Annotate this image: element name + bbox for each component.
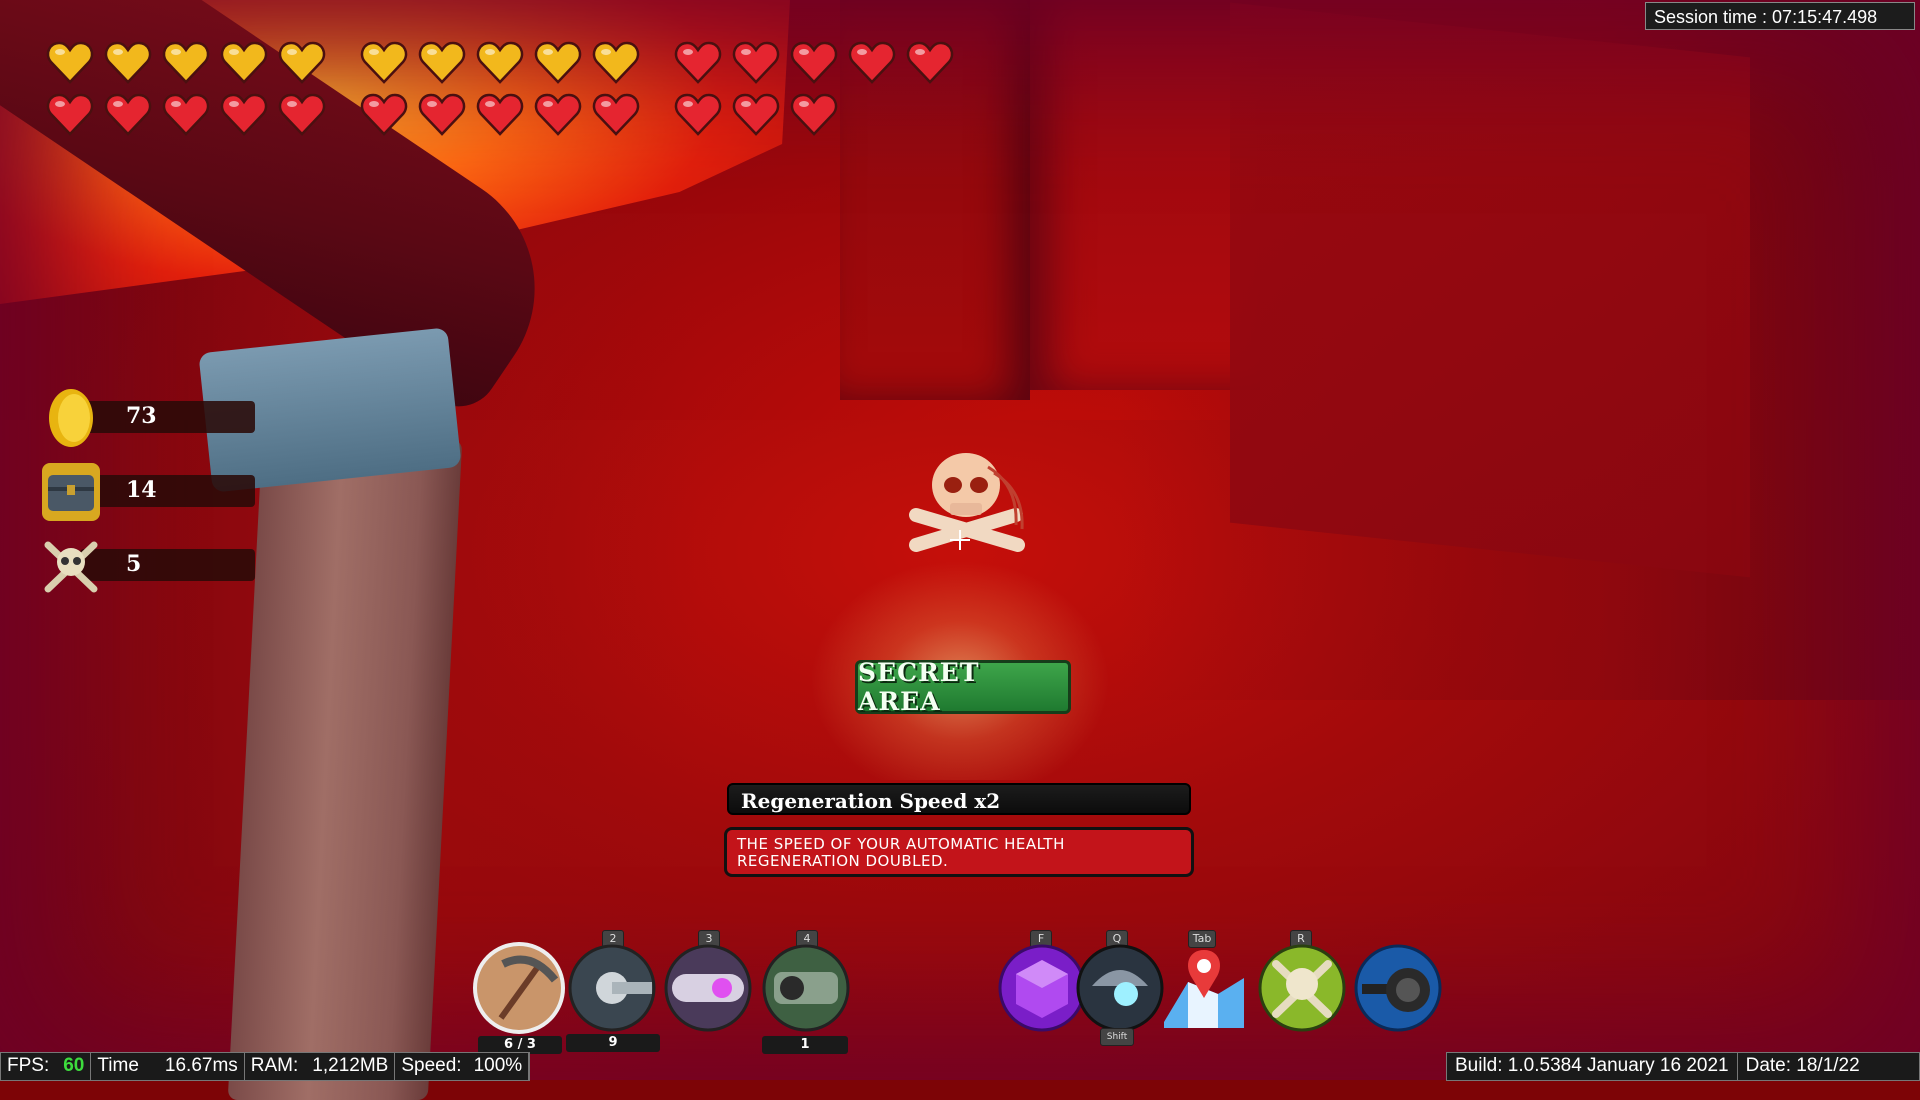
- upgrade-description: THE SPEED OF YOUR AUTOMATIC HEALTH REGEN…: [724, 827, 1194, 877]
- red-heart-icon: [790, 40, 838, 84]
- gold-heart-icon: [278, 40, 326, 84]
- fps-label: FPS:: [7, 1055, 50, 1076]
- red-heart-icon: [674, 40, 722, 84]
- speed-value: 100%: [473, 1055, 523, 1076]
- cannon-icon: [1354, 944, 1442, 1032]
- skull-crossbones-icon: [40, 535, 102, 597]
- heart-row-top: [46, 40, 964, 84]
- drill-gun-icon: [762, 944, 850, 1032]
- red-heart-icon: [790, 92, 838, 136]
- treasure-chest-icon: [40, 461, 102, 523]
- upgrade-title: Regeneration Speed x2: [727, 783, 1191, 815]
- drill-count: 1: [762, 1036, 848, 1054]
- build-version: Build: 1.0.5384 January 16 2021: [1447, 1053, 1738, 1080]
- gold-heart-icon: [104, 40, 152, 84]
- wall-pillar: [1030, 0, 1260, 390]
- hotbar-slot-pickaxe[interactable]: [473, 942, 565, 1034]
- crosshair-icon: [950, 530, 970, 550]
- red-heart-icon: [104, 92, 152, 136]
- time-label: Time: [97, 1055, 139, 1076]
- gold-coin-icon: [40, 387, 102, 449]
- build-info: Build: 1.0.5384 January 16 2021 Date: 18…: [1446, 1052, 1920, 1081]
- red-heart-icon: [360, 92, 408, 136]
- coin-counter: 73: [40, 387, 255, 449]
- frame-time-cell: Time 16.67ms: [91, 1053, 245, 1080]
- grappling-hook-icon: [568, 944, 656, 1032]
- time-value: 16.67ms: [164, 1055, 238, 1076]
- hotbar-slot-drill[interactable]: [760, 942, 852, 1034]
- ram-value: 1,212MB: [312, 1055, 389, 1076]
- heart-row-bottom: [46, 92, 848, 136]
- red-heart-icon: [46, 92, 94, 136]
- chest-counter: 14: [40, 461, 255, 523]
- red-heart-icon: [592, 92, 640, 136]
- laser-gun-icon: [664, 944, 752, 1032]
- hotbar-slot-grapple[interactable]: [566, 942, 658, 1034]
- key-hint-shift: Shift: [1100, 1028, 1134, 1046]
- speed-label: Speed:: [401, 1055, 462, 1076]
- performance-stats: FPS: 60 Time 16.67ms RAM: 1,212MB Speed: 100…: [0, 1052, 531, 1081]
- red-heart-icon: [732, 92, 780, 136]
- gold-heart-icon: [360, 40, 408, 84]
- coin-count: 73: [126, 403, 157, 429]
- red-heart-icon: [906, 40, 954, 84]
- red-heart-icon: [418, 92, 466, 136]
- map-pin-icon: [1164, 950, 1244, 1028]
- grapple-count: 9: [566, 1034, 660, 1052]
- ability-slot-cube[interactable]: [996, 942, 1086, 1032]
- gold-heart-icon: [162, 40, 210, 84]
- chest-count: 14: [126, 477, 157, 503]
- red-heart-icon: [278, 92, 326, 136]
- gold-heart-icon: [220, 40, 268, 84]
- heart-group-gap: [650, 40, 674, 84]
- ability-slot-map[interactable]: [1158, 942, 1248, 1032]
- red-heart-icon: [674, 92, 722, 136]
- ability-slot-skull[interactable]: [1256, 942, 1346, 1032]
- jetpack-icon: [1076, 944, 1164, 1032]
- ability-slot-jetpack[interactable]: [1074, 942, 1164, 1032]
- skull-counter: 5: [40, 535, 255, 597]
- wall-block: [1230, 2, 1750, 578]
- ability-slot-cannon[interactable]: [1352, 942, 1442, 1032]
- gold-heart-icon: [592, 40, 640, 84]
- pickaxe-handle: [227, 440, 463, 1100]
- skull-bones-icon: [1258, 944, 1346, 1032]
- counter-bar: [80, 549, 255, 581]
- fps-value: 60: [63, 1055, 85, 1076]
- heart-group-gap: [650, 92, 674, 136]
- hotbar-slot-laser[interactable]: [662, 942, 754, 1034]
- gold-heart-icon: [46, 40, 94, 84]
- ram-label: RAM:: [250, 1055, 299, 1076]
- red-heart-icon: [476, 92, 524, 136]
- speed-cell: Speed: 100%: [395, 1053, 530, 1080]
- heart-group-gap: [336, 40, 360, 84]
- red-heart-icon: [732, 40, 780, 84]
- gold-heart-icon: [418, 40, 466, 84]
- session-time: Session time : 07:15:47.498: [1645, 2, 1915, 30]
- gold-heart-icon: [476, 40, 524, 84]
- red-heart-icon: [534, 92, 582, 136]
- red-heart-icon: [162, 92, 210, 136]
- build-date: Date: 18/1/22: [1745, 1055, 1860, 1076]
- red-heart-icon: [848, 40, 896, 84]
- fps-cell: FPS: 60: [1, 1053, 92, 1080]
- red-heart-icon: [220, 92, 268, 136]
- gold-heart-icon: [534, 40, 582, 84]
- skull-count: 5: [126, 551, 142, 577]
- counter-bar: [80, 401, 255, 433]
- pickaxe-icon: [473, 942, 565, 1034]
- secret-area-banner: SECRET AREA: [855, 658, 1071, 716]
- counter-bar: [80, 475, 255, 507]
- ram-cell: RAM: 1,212MB: [245, 1053, 396, 1080]
- heart-group-gap: [336, 92, 360, 136]
